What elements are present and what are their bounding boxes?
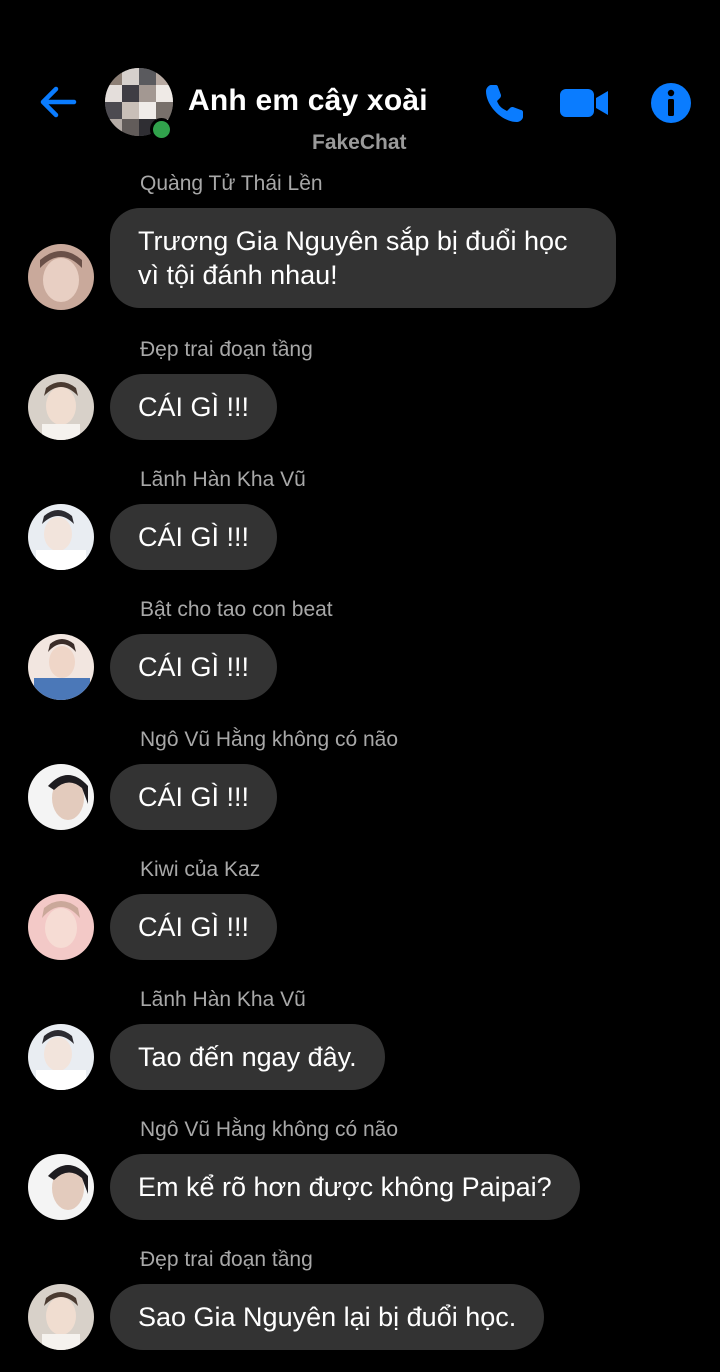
watermark: FakeChat <box>312 131 407 154</box>
online-status-dot <box>150 118 173 141</box>
message-bubble[interactable]: CÁI GÌ !!! <box>110 634 278 700</box>
sender-name: Đẹp trai đoạn tầng <box>140 1248 313 1271</box>
chat-header: Anh em cây xoài FakeChat <box>0 0 720 170</box>
message-bubble[interactable]: CÁI GÌ !!! <box>110 504 278 570</box>
avatar[interactable] <box>28 634 94 700</box>
message-bubble[interactable]: Em kể rõ hơn được không Paipai? <box>110 1154 580 1220</box>
sender-name: Bật cho tao con beat <box>140 598 333 621</box>
back-arrow-icon[interactable] <box>36 80 80 124</box>
avatar[interactable] <box>28 764 94 830</box>
message-bubble[interactable]: CÁI GÌ !!! <box>110 764 278 830</box>
chat-title[interactable]: Anh em cây xoài <box>188 84 428 118</box>
avatar[interactable] <box>28 1154 94 1220</box>
avatar[interactable] <box>28 1284 94 1350</box>
info-icon[interactable] <box>648 80 694 126</box>
video-camera-icon[interactable] <box>558 80 610 126</box>
sender-name: Lãnh Hàn Kha Vũ <box>140 468 306 491</box>
message-bubble[interactable]: Trương Gia Nguyên sắp bị đuổi học vì tội… <box>110 208 616 308</box>
avatar[interactable] <box>28 244 94 310</box>
sender-name: Lãnh Hàn Kha Vũ <box>140 988 306 1011</box>
message-bubble[interactable]: Tao đến ngay đây. <box>110 1024 385 1090</box>
message-bubble[interactable]: Sao Gia Nguyên lại bị đuổi học. <box>110 1284 545 1350</box>
avatar[interactable] <box>28 504 94 570</box>
sender-name: Ngô Vũ Hằng không có não <box>140 728 399 751</box>
sender-name: Ngô Vũ Hằng không có não <box>140 1118 399 1141</box>
avatar[interactable] <box>28 894 94 960</box>
message-bubble[interactable]: CÁI GÌ !!! <box>110 894 278 960</box>
message-bubble[interactable]: CÁI GÌ !!! <box>110 374 278 440</box>
sender-name: Quàng Tử Thái Lền <box>140 172 323 195</box>
avatar[interactable] <box>28 1024 94 1090</box>
avatar[interactable] <box>28 374 94 440</box>
phone-icon[interactable] <box>482 80 528 126</box>
sender-name: Kiwi của Kaz <box>140 858 261 881</box>
sender-name: Đẹp trai đoạn tầng <box>140 338 313 361</box>
